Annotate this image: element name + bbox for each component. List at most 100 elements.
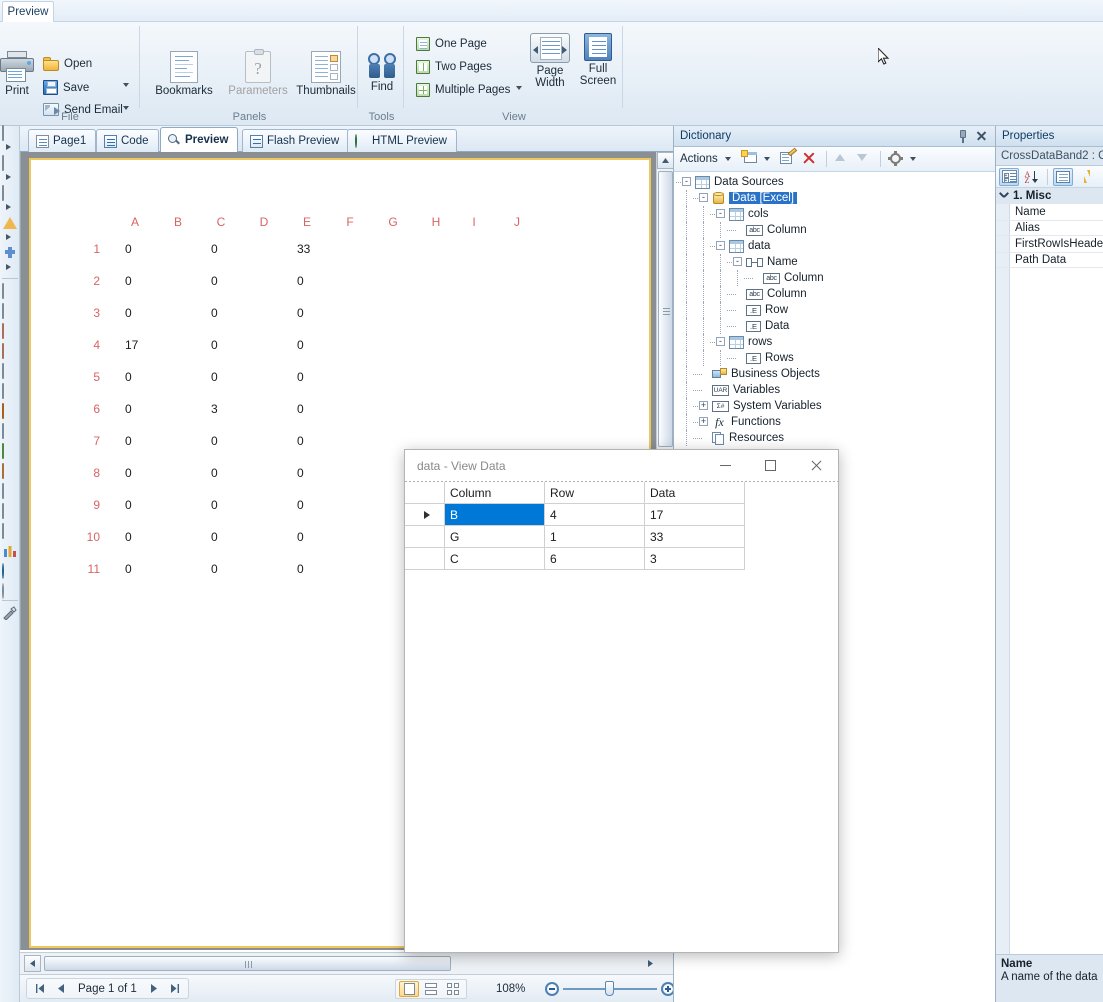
toolbox-item-gauge[interactable] — [2, 583, 18, 599]
toolbox-item-shape[interactable] — [2, 216, 18, 231]
tree-collapse-icon[interactable]: - — [716, 241, 725, 250]
settings-button[interactable] — [887, 151, 905, 167]
tree-node[interactable]: abc Column — [746, 222, 807, 238]
save-dropdown[interactable] — [120, 81, 132, 89]
data-grid-corner[interactable] — [405, 482, 445, 504]
categorized-view-button[interactable]: + + — [999, 167, 1019, 186]
page-width-button[interactable]: Page Width — [526, 30, 574, 90]
tab-code[interactable]: Code — [96, 129, 159, 152]
vertical-scroll-thumb[interactable] — [658, 171, 673, 447]
toolbox-expander-icon[interactable] — [6, 144, 11, 150]
toolbox-item-panel[interactable] — [2, 483, 18, 499]
alphabetical-sort-button[interactable]: AZ — [1022, 168, 1042, 186]
zoom-out-button[interactable] — [545, 982, 559, 996]
horizontal-scroll-thumb[interactable] — [44, 956, 451, 971]
two-pages-button[interactable]: Two Pages — [413, 58, 495, 76]
data-grid-column-header[interactable]: Data — [645, 482, 745, 504]
tab-preview[interactable]: Preview — [160, 127, 239, 152]
move-down-button[interactable] — [856, 151, 873, 167]
tree-node[interactable]: .E Row — [746, 302, 788, 318]
property-row[interactable]: Path Data — [996, 252, 1103, 268]
property-row[interactable]: FirstRowIsHeade — [996, 236, 1103, 252]
open-button[interactable]: Open — [40, 55, 95, 73]
tab-page1[interactable]: Page1 — [28, 129, 97, 152]
new-item-button[interactable] — [740, 150, 759, 167]
full-screen-button[interactable]: Full Screen — [576, 30, 620, 88]
toolbox-item-pageheader[interactable] — [2, 363, 18, 379]
toolbox-item-reportband[interactable] — [2, 303, 18, 319]
scroll-left-button[interactable] — [24, 955, 41, 972]
settings-chevron-down-icon[interactable] — [909, 157, 916, 161]
tree-collapse-icon[interactable]: - — [733, 257, 742, 266]
data-grid-cell[interactable]: G — [445, 526, 545, 548]
tree-node[interactable]: Data Sources — [695, 174, 784, 190]
tree-expand-icon[interactable]: + — [699, 417, 708, 426]
preview-horizontal-scrollbar[interactable] — [20, 952, 673, 974]
print-button[interactable]: Print — [0, 48, 34, 98]
multiple-pages-button[interactable]: Multiple Pages — [413, 81, 513, 99]
save-button[interactable]: Save — [40, 78, 92, 97]
tree-node[interactable]: cols — [729, 206, 768, 222]
tree-node[interactable]: .E Data — [746, 318, 789, 334]
toolbox-item-header[interactable] — [2, 323, 18, 339]
close-button[interactable] — [793, 450, 838, 481]
data-grid-cell[interactable]: C — [445, 548, 545, 570]
data-grid-column-header[interactable]: Column — [445, 482, 545, 504]
toolbox-item-footer[interactable] — [2, 343, 18, 359]
tree-node[interactable]: abc Column — [763, 270, 824, 286]
toolbox-item-subreport[interactable] — [2, 463, 18, 479]
tree-node[interactable]: data — [729, 238, 770, 254]
tree-node[interactable]: Name — [746, 254, 798, 270]
toolbox-item-childband[interactable] — [2, 423, 18, 439]
tree-collapse-icon[interactable]: - — [716, 337, 725, 346]
dialog-title-bar[interactable]: data - View Data — [405, 450, 838, 481]
delete-button[interactable] — [802, 151, 819, 167]
row-indicator[interactable] — [405, 504, 445, 526]
toolbox-expander-icon[interactable] — [6, 234, 11, 240]
toolbox-item-plugin[interactable] — [2, 246, 18, 261]
actions-button[interactable]: Actions — [680, 153, 718, 165]
property-row[interactable]: Alias — [996, 220, 1103, 236]
chevron-down-icon[interactable] — [999, 191, 1009, 201]
zoom-slider-handle[interactable] — [605, 981, 614, 996]
events-view-button[interactable] — [1076, 168, 1096, 186]
next-page-button[interactable] — [145, 980, 163, 997]
data-grid-cell[interactable]: 4 — [545, 504, 645, 526]
toolbox-item-table[interactable] — [2, 155, 18, 171]
toolbox-item-chart[interactable] — [2, 544, 18, 559]
data-grid-cell[interactable]: 6 — [545, 548, 645, 570]
tree-node[interactable]: Resources — [712, 430, 784, 446]
toolbox-item-page[interactable] — [2, 283, 18, 299]
data-grid-column-header[interactable]: Row — [545, 482, 645, 504]
single-page-view-button[interactable] — [399, 981, 419, 997]
thumbnails-button[interactable]: Thumbnails — [296, 48, 356, 98]
data-grid-cell[interactable]: B — [445, 504, 545, 526]
properties-view-button[interactable] — [1053, 167, 1073, 186]
data-grid-cell[interactable]: 33 — [645, 526, 745, 548]
two-page-view-button[interactable] — [421, 981, 441, 997]
properties-category-row[interactable]: 1. Misc — [996, 188, 1103, 204]
last-page-button[interactable] — [166, 980, 184, 997]
toolbox-expander-icon[interactable] — [6, 204, 11, 210]
actions-chevron-down-icon[interactable] — [724, 157, 731, 161]
one-page-button[interactable]: One Page — [413, 35, 490, 53]
close-icon[interactable] — [975, 130, 987, 142]
tree-node[interactable]: Σ# System Variables — [712, 398, 822, 414]
tree-node[interactable]: .E Rows — [746, 350, 794, 366]
tree-node[interactable]: fx Functions — [712, 414, 781, 430]
toolbox-item-image[interactable] — [2, 523, 18, 539]
toolbox-expander-icon[interactable] — [6, 264, 11, 270]
zoom-slider[interactable] — [545, 981, 675, 996]
data-grid-row[interactable]: G 1 33 — [405, 526, 745, 548]
toolbox-item-pagefooter[interactable] — [2, 383, 18, 399]
tree-node[interactable]: UAR Variables — [712, 382, 780, 398]
property-row[interactable]: Name — [996, 204, 1103, 220]
toolbox-item-databand[interactable] — [2, 185, 18, 201]
tab-html-preview[interactable]: HTML Preview — [347, 129, 457, 152]
tree-expand-icon[interactable]: + — [699, 401, 708, 410]
data-grid-row[interactable]: C63 — [405, 548, 745, 570]
toolbox-expander-icon[interactable] — [6, 174, 11, 180]
toolbox-item-tools[interactable] — [2, 606, 18, 621]
tree-collapse-icon[interactable]: - — [682, 177, 691, 186]
scroll-right-button[interactable] — [642, 955, 659, 972]
